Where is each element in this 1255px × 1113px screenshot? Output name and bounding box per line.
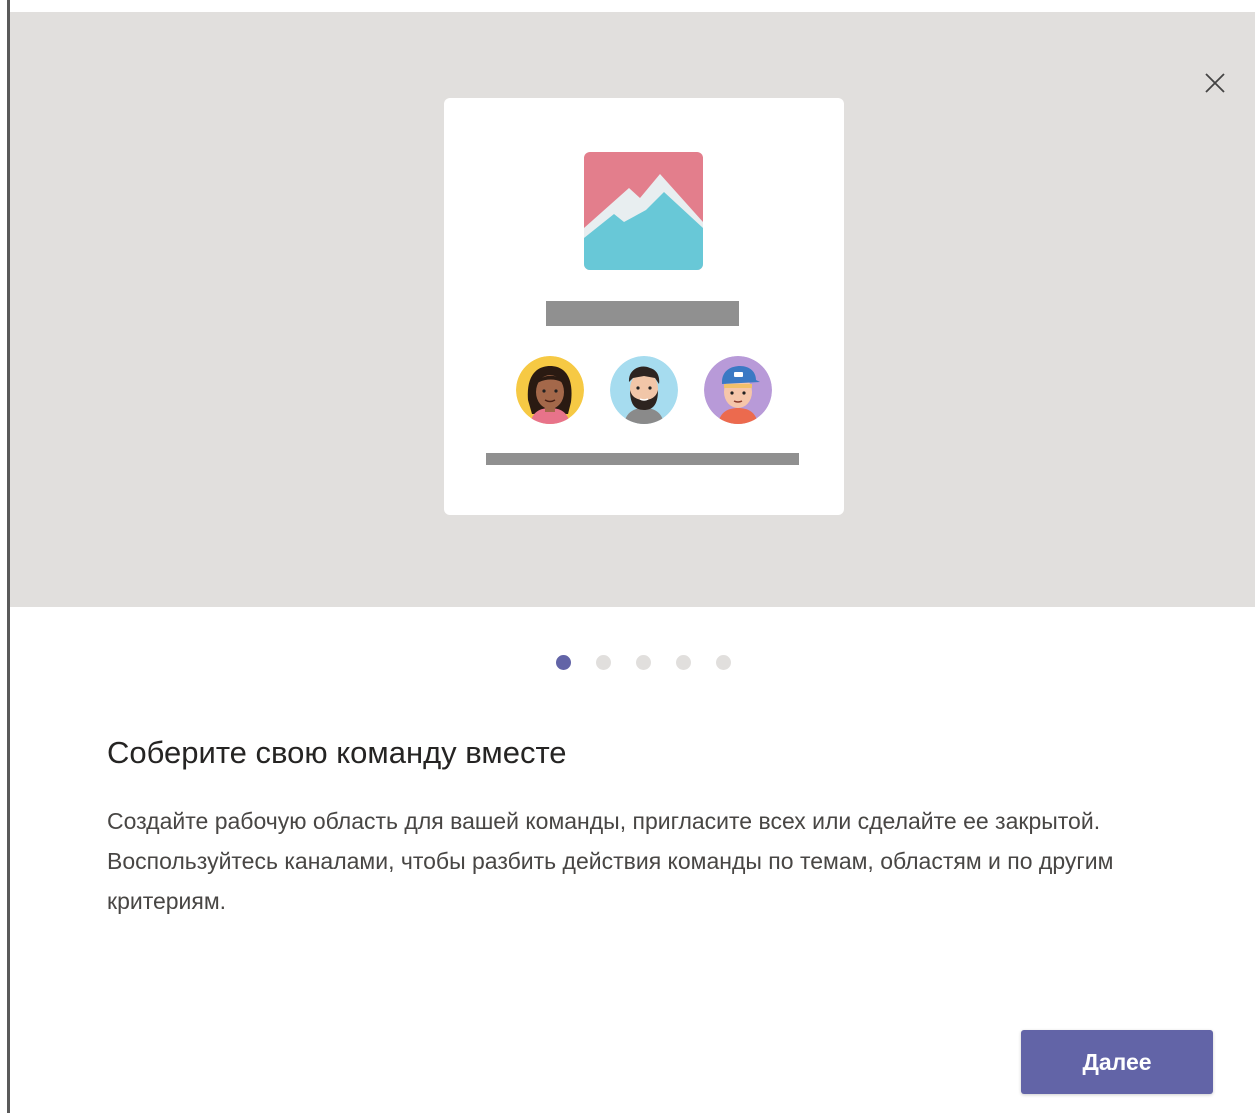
placeholder-title-bar bbox=[546, 301, 739, 326]
carousel-dot-5[interactable] bbox=[716, 655, 731, 670]
carousel-dot-1[interactable] bbox=[556, 655, 571, 670]
carousel-dot-3[interactable] bbox=[636, 655, 651, 670]
carousel-pagination bbox=[556, 655, 731, 671]
next-button[interactable]: Далее bbox=[1021, 1030, 1213, 1094]
carousel-dot-2[interactable] bbox=[596, 655, 611, 670]
close-button[interactable] bbox=[1198, 66, 1232, 100]
onboarding-dialog: Соберите свою команду вместе Создайте ра… bbox=[0, 0, 1255, 1113]
avatar-man-with-cap bbox=[704, 356, 772, 424]
dialog-description: Создайте рабочую область для вашей коман… bbox=[107, 808, 1114, 914]
placeholder-subtitle-bar bbox=[486, 453, 799, 465]
close-icon bbox=[1205, 73, 1225, 93]
carousel-dot-4[interactable] bbox=[676, 655, 691, 670]
team-card-illustration bbox=[444, 98, 844, 515]
mountain-image-icon bbox=[584, 152, 703, 270]
dialog-title: Соберите свою команду вместе bbox=[107, 735, 567, 770]
avatar-bearded-man bbox=[610, 356, 678, 424]
avatar-woman bbox=[516, 356, 584, 424]
